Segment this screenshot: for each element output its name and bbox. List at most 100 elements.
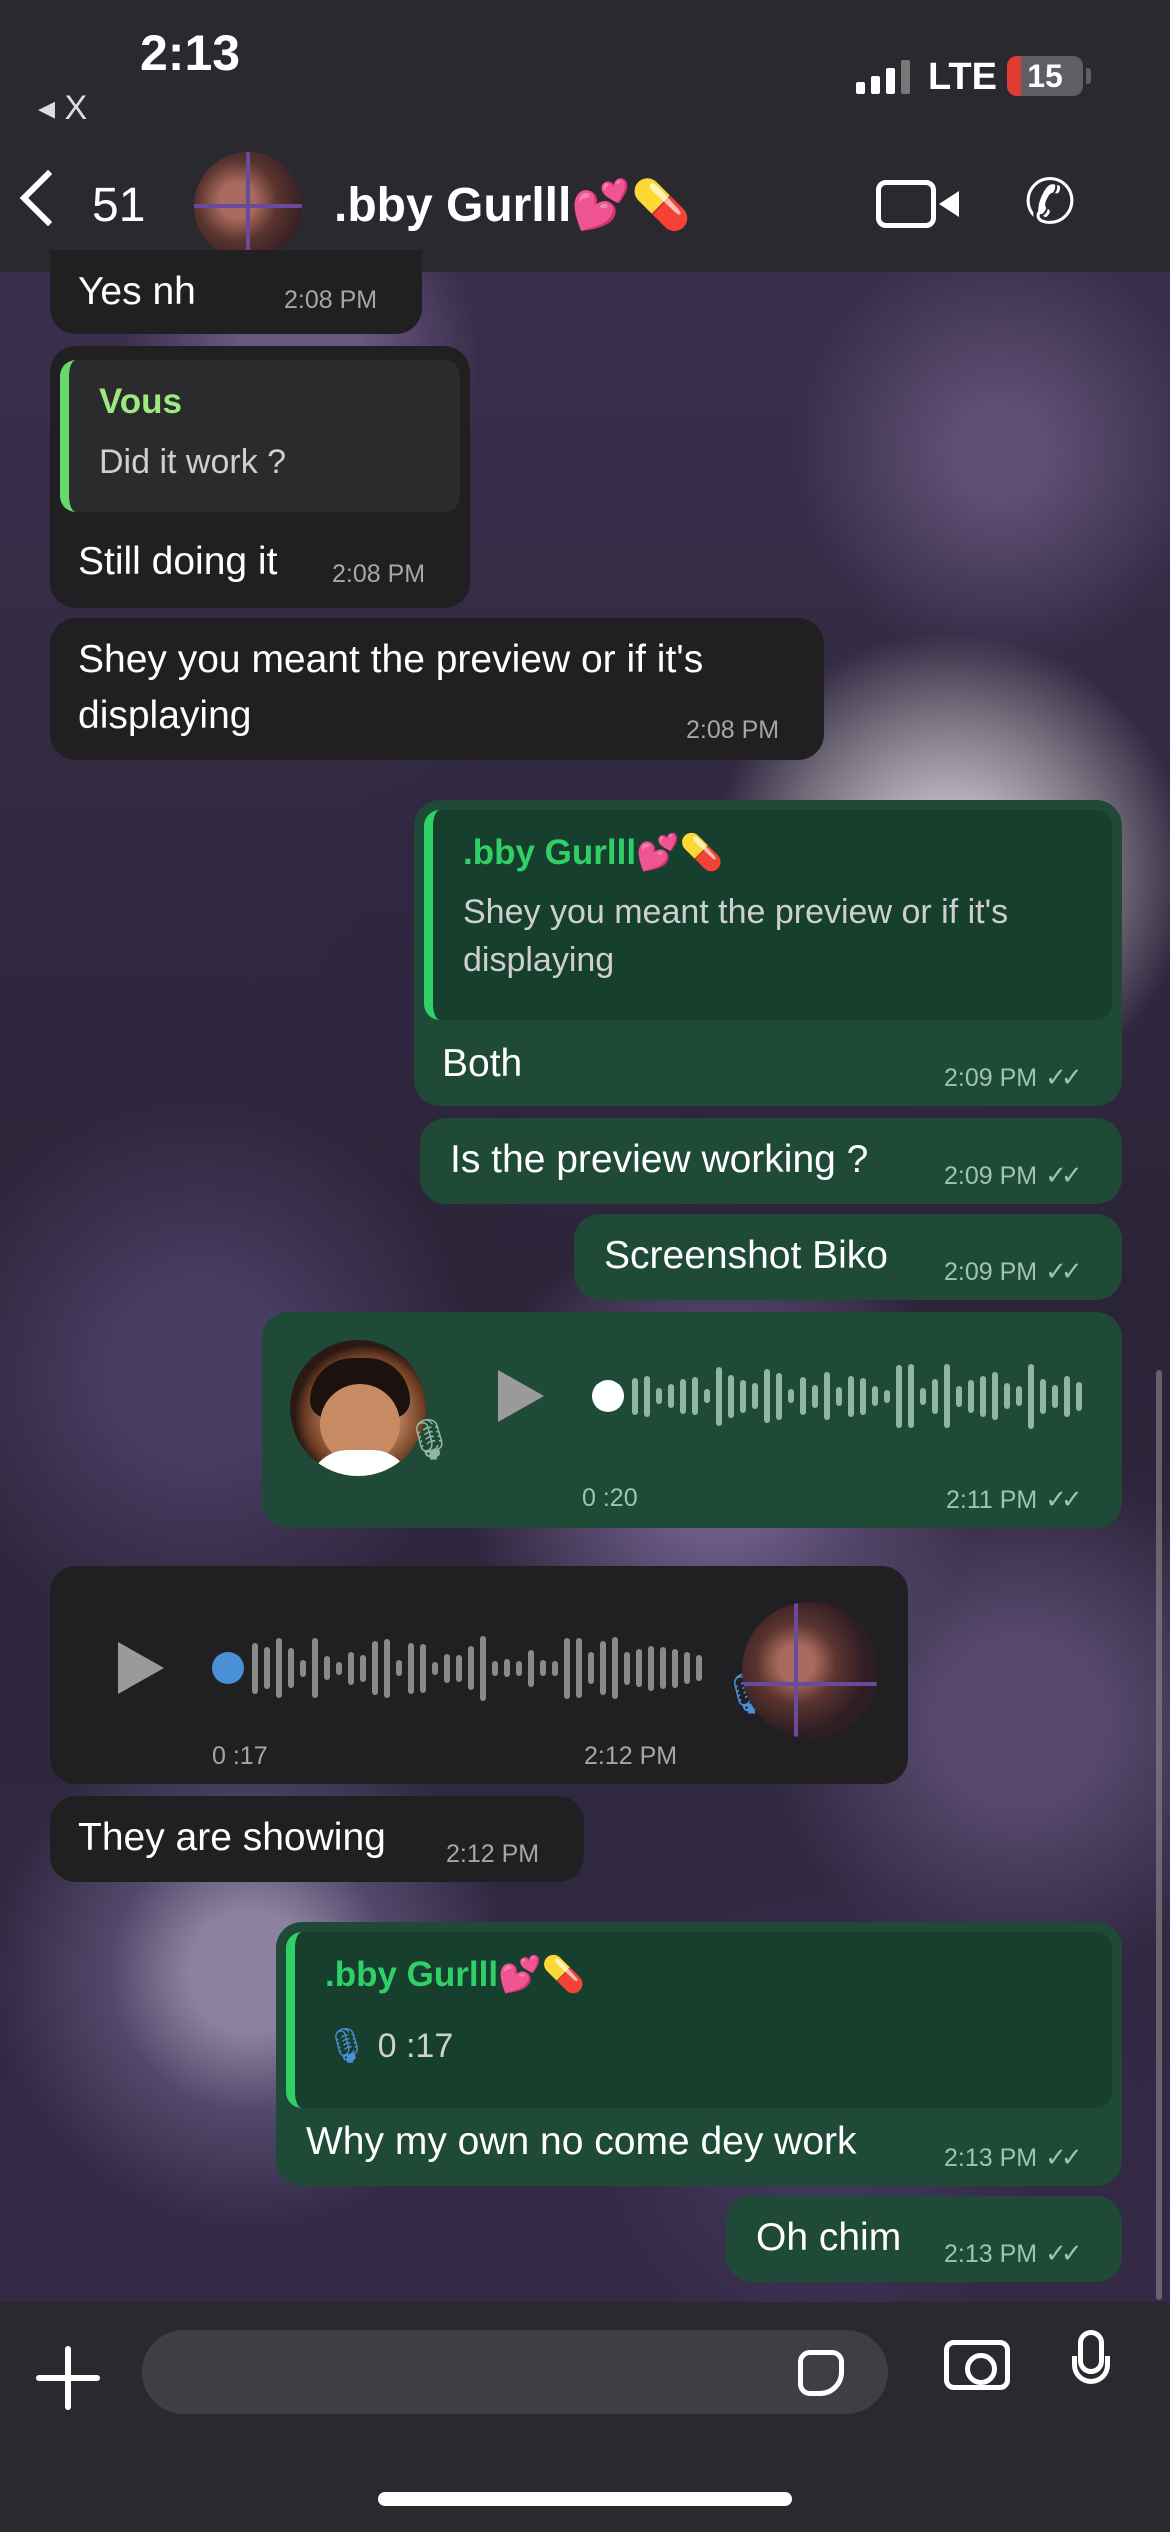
audio-waveform[interactable] bbox=[252, 1628, 702, 1708]
back-to-app[interactable]: ◂ X bbox=[38, 88, 87, 128]
read-ticks-icon: ✓✓ bbox=[1045, 1160, 1082, 1190]
message-text-line: Shey you meant the preview or if it's bbox=[78, 638, 704, 681]
waveform-bar bbox=[968, 1379, 974, 1413]
waveform-bar bbox=[588, 1652, 594, 1684]
waveform-bar bbox=[1004, 1383, 1010, 1409]
message-time: 2:08 PM bbox=[686, 716, 780, 744]
waveform-bar bbox=[312, 1638, 318, 1698]
waveform-bar bbox=[264, 1647, 270, 1689]
read-ticks-icon: ✓✓ bbox=[1045, 1256, 1082, 1286]
plus-icon[interactable] bbox=[36, 2346, 100, 2410]
waveform-bar bbox=[788, 1389, 794, 1403]
waveform-bar bbox=[704, 1389, 710, 1403]
waveform-bar bbox=[420, 1643, 426, 1693]
waveform-bar bbox=[252, 1642, 258, 1694]
message-bubble[interactable]: Is the preview working ? 2:09 PM ✓✓ bbox=[420, 1118, 1122, 1204]
waveform-bar bbox=[716, 1366, 722, 1426]
waveform-bar bbox=[800, 1377, 806, 1415]
waveform-bar bbox=[384, 1638, 390, 1698]
read-ticks-icon: ✓✓ bbox=[1045, 1484, 1082, 1514]
waveform-bar bbox=[564, 1637, 570, 1699]
waveform-bar bbox=[680, 1378, 686, 1414]
waveform-bar bbox=[752, 1383, 758, 1409]
voice-message-bubble[interactable]: 🎙 0 :20 2:11 PM ✓✓ bbox=[262, 1312, 1122, 1528]
play-icon[interactable] bbox=[118, 1642, 164, 1694]
scrollbar[interactable] bbox=[1156, 1370, 1162, 2300]
waveform-bar bbox=[372, 1641, 378, 1695]
phone-call-icon[interactable]: ✆ bbox=[1024, 172, 1076, 234]
audio-waveform[interactable] bbox=[632, 1356, 1082, 1436]
waveform-bar bbox=[944, 1364, 950, 1428]
message-bubble[interactable]: Screenshot Biko 2:09 PM ✓✓ bbox=[574, 1214, 1122, 1300]
quoted-message[interactable]: Vous Did it work ? bbox=[60, 360, 460, 512]
message-text: Why my own no come dey work bbox=[306, 2120, 857, 2163]
quoted-text-line: Shey you meant the preview or if it's bbox=[463, 893, 1009, 931]
waveform-bar bbox=[396, 1660, 402, 1676]
message-time: 2:08 PM bbox=[332, 560, 426, 588]
contact-name[interactable]: .bby Gurlll💕💊 bbox=[334, 176, 691, 233]
quoted-sender: .bby Gurlll💕💊 bbox=[463, 833, 724, 872]
waveform-bar bbox=[632, 1377, 638, 1415]
waveform-bar bbox=[660, 1647, 666, 1689]
voice-duration: 0 :20 bbox=[582, 1484, 638, 1512]
read-ticks-icon: ✓✓ bbox=[1045, 2142, 1082, 2172]
network-type: LTE bbox=[928, 56, 997, 98]
waveform-bar bbox=[1016, 1386, 1022, 1406]
message-bubble[interactable]: Yes nh 2:08 PM bbox=[50, 250, 422, 334]
waveform-bar bbox=[668, 1384, 674, 1408]
waveform-bar bbox=[288, 1648, 294, 1688]
quoted-sender: .bby Gurlll💕💊 bbox=[325, 1955, 586, 1994]
waveform-bar bbox=[1076, 1381, 1082, 1411]
quoted-text: Did it work ? bbox=[99, 443, 287, 481]
microphone-icon[interactable] bbox=[1072, 2330, 1110, 2392]
voice-message-bubble[interactable]: 🎙 0 :17 2:12 PM bbox=[50, 1566, 908, 1784]
waveform-bar bbox=[468, 1646, 474, 1690]
playback-scrubber[interactable] bbox=[592, 1380, 624, 1412]
message-bubble[interactable]: .bby Gurlll💕💊 Shey you meant the preview… bbox=[414, 800, 1122, 1106]
status-time: 2:13 bbox=[140, 25, 241, 81]
message-time: 2:12 PM bbox=[584, 1742, 678, 1770]
back-chevron-icon[interactable] bbox=[19, 169, 77, 227]
waveform-bar bbox=[980, 1375, 986, 1417]
battery-icon: 15 bbox=[1007, 56, 1083, 96]
message-time: 2:08 PM bbox=[284, 286, 378, 314]
home-indicator[interactable] bbox=[378, 2492, 792, 2506]
message-bubble[interactable]: Shey you meant the preview or if it's di… bbox=[50, 618, 824, 760]
waveform-bar bbox=[920, 1387, 926, 1405]
waveform-bar bbox=[480, 1635, 486, 1701]
quoted-message[interactable]: .bby Gurlll💕💊 Shey you meant the preview… bbox=[424, 810, 1112, 1020]
sticker-icon[interactable] bbox=[798, 2350, 844, 2396]
waveform-bar bbox=[740, 1379, 746, 1413]
waveform-bar bbox=[956, 1385, 962, 1407]
waveform-bar bbox=[764, 1369, 770, 1423]
message-text: Screenshot Biko bbox=[604, 1234, 888, 1277]
video-call-icon[interactable] bbox=[876, 180, 959, 228]
message-time: 2:09 PM ✓✓ bbox=[944, 1256, 1083, 1287]
message-text: Yes nh bbox=[78, 270, 196, 313]
waveform-bar bbox=[432, 1661, 438, 1675]
read-ticks-icon: ✓✓ bbox=[1045, 1062, 1082, 1092]
battery-level: 15 bbox=[1027, 58, 1063, 94]
cellular-signal-icon bbox=[856, 58, 910, 94]
playback-scrubber[interactable] bbox=[212, 1652, 244, 1684]
waveform-bar bbox=[1040, 1378, 1046, 1414]
waveform-bar bbox=[336, 1661, 342, 1675]
unread-count[interactable]: 51 bbox=[92, 178, 145, 233]
message-bubble[interactable]: Vous Did it work ? Still doing it 2:08 P… bbox=[50, 346, 470, 608]
message-text: Still doing it bbox=[78, 540, 278, 583]
contact-avatar[interactable] bbox=[194, 152, 302, 260]
message-bubble[interactable]: Oh chim 2:13 PM ✓✓ bbox=[726, 2196, 1122, 2282]
waveform-bar bbox=[516, 1660, 522, 1676]
camera-icon[interactable] bbox=[944, 2340, 1010, 2390]
message-input[interactable] bbox=[142, 2330, 888, 2414]
waveform-bar bbox=[684, 1652, 690, 1684]
message-time-text: 2:11 PM bbox=[946, 1486, 1038, 1514]
quoted-text-line: displaying bbox=[463, 941, 615, 979]
quoted-message[interactable]: .bby Gurlll💕💊 🎙 0 :17 bbox=[286, 1932, 1112, 2108]
play-icon[interactable] bbox=[498, 1370, 544, 1422]
message-bubble[interactable]: They are showing 2:12 PM bbox=[50, 1796, 584, 1882]
waveform-bar bbox=[540, 1660, 546, 1676]
waveform-bar bbox=[696, 1655, 702, 1681]
waveform-bar bbox=[728, 1374, 734, 1418]
message-bubble[interactable]: .bby Gurlll💕💊 🎙 0 :17 Why my own no come… bbox=[276, 1922, 1122, 2186]
